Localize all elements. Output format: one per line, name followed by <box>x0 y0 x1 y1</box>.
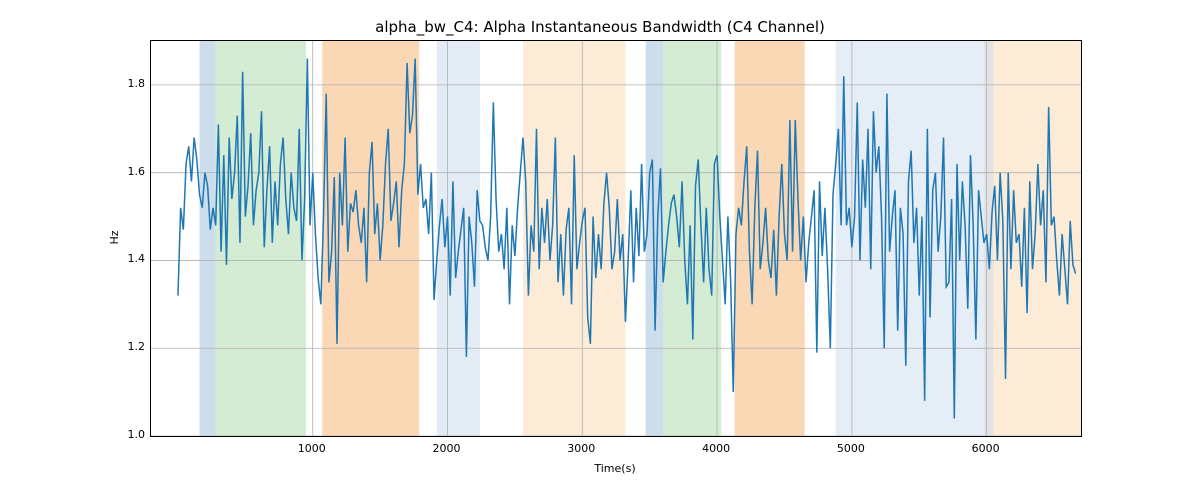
x-axis-label: Time(s) <box>150 462 1080 475</box>
y-tick-label: 1.8 <box>115 77 145 90</box>
x-tick-label: 6000 <box>956 442 1016 455</box>
background-region <box>646 41 664 436</box>
plot-area <box>150 40 1082 437</box>
background-region <box>836 41 984 436</box>
chart-title: alpha_bw_C4: Alpha Instantaneous Bandwid… <box>0 18 1200 36</box>
x-tick-label: 5000 <box>821 442 881 455</box>
y-tick-label: 1.2 <box>115 340 145 353</box>
background-region <box>200 41 216 436</box>
x-tick-label: 3000 <box>551 442 611 455</box>
y-tick-label: 1.4 <box>115 252 145 265</box>
background-region <box>993 41 1081 436</box>
background-region <box>216 41 306 436</box>
background-region <box>437 41 480 436</box>
y-tick-label: 1.0 <box>115 428 145 441</box>
plot-svg <box>151 41 1081 436</box>
background-region <box>322 41 419 436</box>
figure: alpha_bw_C4: Alpha Instantaneous Bandwid… <box>0 0 1200 500</box>
y-tick-label: 1.6 <box>115 165 145 178</box>
y-axis-label: Hz <box>108 40 124 435</box>
x-tick-label: 4000 <box>686 442 746 455</box>
x-tick-label: 1000 <box>282 442 342 455</box>
background-region <box>735 41 805 436</box>
x-tick-label: 2000 <box>417 442 477 455</box>
